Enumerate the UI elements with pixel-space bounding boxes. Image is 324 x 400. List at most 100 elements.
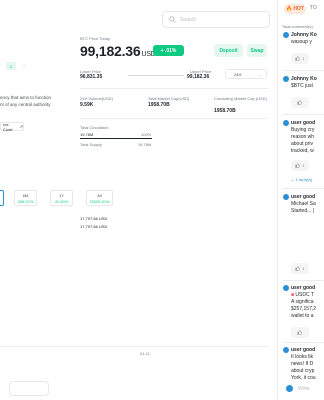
write-comment-input[interactable] — [9, 381, 49, 396]
external-link-icon: ↗ — [19, 124, 23, 129]
comments-panel: 🔥 HOT TO Total comment(s) Johnny Ko wassu… — [277, 0, 324, 400]
swap-button[interactable]: Swap — [247, 44, 267, 57]
comment-divider — [283, 280, 324, 281]
circulation-progress-bar — [80, 138, 152, 139]
price-value: 99,182.36 — [80, 43, 141, 59]
tab-top[interactable]: TO — [310, 5, 317, 11]
history-price-1: 17,797.86 USD — [80, 216, 108, 221]
comment-user[interactable]: Johnny Ko — [291, 32, 317, 38]
avatar[interactable] — [283, 347, 289, 353]
reply-count: 1 reply(s) — [295, 177, 313, 182]
thumbs-up-icon — [295, 56, 301, 61]
divider — [80, 118, 268, 119]
volume-value: 9.59K — [80, 102, 94, 108]
total-circulation-label: Total Circulation — [80, 125, 109, 130]
history-price-2: 17,797.86 USD — [80, 224, 108, 229]
fire-icon: 🔥 — [286, 6, 293, 12]
volume-label: 24H Volume(USD) — [80, 96, 113, 101]
search-box[interactable] — [162, 11, 270, 28]
comment-text: Started... ( — [291, 208, 315, 214]
avatar[interactable] — [283, 120, 289, 126]
comment-user[interactable]: user good — [291, 194, 315, 200]
chevron-down-icon[interactable]: ⌄ — [22, 62, 26, 68]
like-button[interactable]: 1 — [291, 160, 309, 171]
view-replies-link[interactable]: ⌄ 1 reply(s) — [291, 177, 312, 182]
write-comment-placeholder: Write — [298, 386, 310, 392]
comment-text-line: USDC T — [295, 292, 314, 298]
avatar[interactable] — [283, 32, 289, 38]
deposit-button[interactable]: Deposit — [214, 44, 243, 57]
like-count: 1 — [302, 163, 305, 168]
about-text-line-1: ency that aims to function — [0, 95, 52, 100]
divider — [80, 88, 268, 89]
period-change: 41.90% — [54, 198, 69, 204]
comment-text: wallet to a — [291, 313, 314, 319]
period-change: 326.07% — [17, 198, 34, 204]
comment-text: tracked, w — [291, 148, 314, 154]
chevron-down-icon: ⌄ — [291, 177, 295, 182]
chevron-down-icon: ⌄ — [258, 71, 262, 77]
source-code-label: rce Code — [3, 121, 13, 132]
timeframe-value: 24H — [234, 71, 242, 77]
search-icon — [169, 16, 176, 23]
comment-divider — [283, 188, 324, 189]
period-label: All — [97, 192, 102, 198]
comment-divider — [283, 114, 324, 115]
tab-hot[interactable]: 🔥 HOT — [284, 4, 306, 14]
avatar[interactable] — [283, 194, 289, 200]
performance-period-selected[interactable] — [0, 190, 4, 206]
period-label: 6M — [22, 192, 29, 198]
comment-text: wassup y — [291, 39, 312, 45]
thumbs-up-icon — [295, 163, 301, 168]
avatar[interactable] — [283, 285, 289, 291]
thumbs-up-icon — [296, 330, 302, 335]
market-cap-value: 1958.70B — [148, 102, 170, 108]
chart-axis-line — [0, 346, 268, 347]
like-button[interactable] — [291, 97, 309, 108]
comment-user[interactable]: user good — [291, 120, 315, 126]
lower-price: 96,831.35 — [80, 74, 103, 80]
price-label: BTC Price Today — [80, 36, 110, 41]
circulating-cap-value: 1958.70B — [214, 108, 236, 114]
total-circulation-value: 19.78M — [80, 132, 94, 137]
price-change-badge: + .01% — [153, 45, 184, 56]
period-label: 1Y — [59, 192, 64, 198]
like-count: 1 — [302, 56, 305, 61]
chart-axis-label: 01-11 — [140, 351, 150, 356]
price-range-bar — [128, 75, 184, 76]
like-button[interactable] — [291, 327, 309, 338]
comment-text: York, it cou — [291, 375, 316, 381]
thumbs-up-icon — [295, 266, 301, 271]
avatar — [286, 385, 293, 392]
comment-divider — [283, 342, 324, 343]
upper-price: 99,182.36 — [187, 74, 210, 80]
btc-price: 99,182.36USD — [80, 43, 156, 59]
avatar[interactable] — [283, 76, 289, 82]
like-button[interactable]: 1 — [291, 263, 309, 274]
performance-period-1y[interactable]: 1Y 41.90% — [50, 190, 73, 206]
timeframe-select[interactable]: 24H ⌄ — [225, 69, 267, 79]
circulation-percent: 100% — [141, 132, 152, 137]
total-supply-value: 19.78M — [138, 142, 152, 147]
source-code-link[interactable]: rce Code ↗ — [0, 121, 24, 132]
comment-user[interactable]: user good — [291, 285, 315, 291]
performance-period-6m[interactable]: 6M 326.07% — [14, 190, 37, 206]
search-input[interactable] — [180, 16, 260, 23]
like-button[interactable]: 1 — [291, 53, 309, 64]
comment-text: $BTC just — [291, 83, 313, 89]
about-text-line-2: nt of any central authority — [0, 102, 51, 107]
total-comments-label: Total comment(s) — [282, 24, 313, 29]
thumbs-up-icon — [296, 100, 302, 105]
tab-hot-label: HOT — [293, 6, 304, 12]
comment-user[interactable]: Johnny Ko — [291, 76, 317, 82]
about-badge: 2 — [6, 62, 16, 70]
like-count: 1 — [302, 266, 305, 271]
performance-period-all[interactable]: All 75205.51% — [86, 190, 113, 206]
period-change: 75205.51% — [89, 198, 110, 204]
comment-user[interactable]: user good — [291, 347, 315, 353]
alert-icon: ■ — [291, 292, 295, 298]
comment-divider — [283, 70, 324, 71]
total-supply-label: Total Supply — [80, 142, 102, 147]
market-cap-label: Total Market Cap(USD) — [148, 96, 190, 101]
circulating-cap-label: Circulating Market Cap (USD) — [214, 96, 267, 101]
